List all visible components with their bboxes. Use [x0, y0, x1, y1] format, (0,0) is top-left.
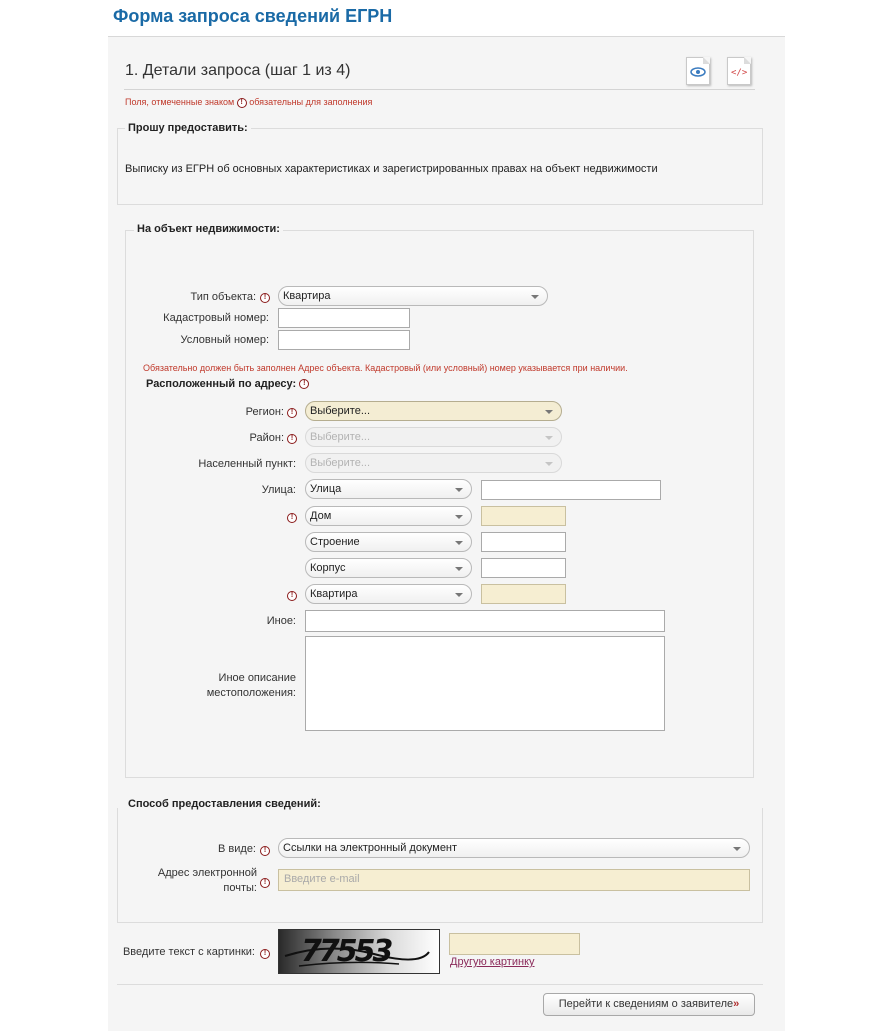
region-label: Регион:: [245, 406, 284, 418]
block-input[interactable]: [481, 558, 566, 578]
delivery-form-label: В виде:: [218, 843, 256, 855]
eye-document-icon[interactable]: [686, 57, 710, 85]
required-note-text-end: обязательны для заполнения: [249, 97, 373, 107]
required-mark-icon: !: [260, 293, 270, 303]
refresh-captcha-link[interactable]: Другую картинку: [450, 956, 535, 968]
street-type-value: Улица: [310, 483, 342, 495]
block-type-select[interactable]: Корпус: [305, 558, 472, 578]
chevron-down-icon: [733, 847, 741, 851]
street-type-select[interactable]: Улица: [305, 479, 472, 499]
page-title: Форма запроса сведений ЕГРН: [113, 6, 393, 26]
other-label: Иное:: [266, 615, 296, 627]
region-select[interactable]: Выберите...: [305, 401, 562, 421]
chevron-down-icon: [545, 436, 553, 440]
conditional-label: Условный номер:: [180, 334, 269, 346]
conditional-number-input[interactable]: [278, 330, 410, 350]
address-heading-text: Расположенный по адресу:: [146, 378, 297, 390]
address-heading: Расположенный по адресу: !: [146, 378, 310, 390]
captcha-label: Введите текст с картинки:: [122, 946, 255, 958]
captcha-input[interactable]: [449, 933, 580, 955]
house-type-select[interactable]: Дом: [305, 506, 472, 526]
cadastral-label: Кадастровый номер:: [163, 312, 269, 324]
locality-value: Выберите...: [310, 457, 371, 469]
required-mark-icon: !: [287, 408, 297, 418]
chevron-down-icon: [455, 567, 463, 571]
address-required-note: Обязательно должен быть заполнен Адрес о…: [143, 363, 628, 373]
chevron-down-icon: [455, 515, 463, 519]
next-step-label: Перейти к сведениям о заявителе: [558, 998, 734, 1010]
request-legend: Прошу предоставить:: [125, 122, 251, 134]
object-type-value: Квартира: [283, 290, 331, 302]
chevron-down-icon: [545, 410, 553, 414]
delivery-form-value: Ссылки на электронный документ: [283, 842, 458, 854]
house-input[interactable]: [481, 506, 566, 526]
block-type-value: Корпус: [310, 562, 346, 574]
house-type-value: Дом: [310, 510, 332, 522]
delivery-form-select[interactable]: Ссылки на электронный документ: [278, 838, 750, 858]
chevron-down-icon: [455, 488, 463, 492]
street-label: Улица:: [261, 484, 296, 496]
step-title: 1. Детали запроса (шаг 1 из 4): [125, 62, 351, 79]
step-divider: [124, 89, 755, 90]
required-fields-note: Поля, отмеченные знаком ! обязательны дл…: [125, 97, 372, 108]
apartment-type-value: Квартира: [310, 588, 358, 600]
delivery-legend: Способ предоставления сведений:: [125, 798, 324, 810]
required-mark-icon: !: [287, 513, 297, 523]
other-location-label-line1: Иное описание: [218, 672, 296, 684]
double-chevron-right-icon: »: [733, 998, 740, 1010]
district-select[interactable]: Выберите...: [305, 427, 562, 447]
cadastral-number-input[interactable]: [278, 308, 410, 328]
apartment-type-select[interactable]: Квартира: [305, 584, 472, 604]
street-input[interactable]: [481, 480, 661, 500]
district-value: Выберите...: [310, 431, 371, 443]
captcha-glyphs: 77553: [301, 934, 392, 969]
email-input[interactable]: Введите e-mail: [278, 869, 750, 891]
required-mark-icon: !: [260, 949, 270, 959]
other-input[interactable]: [305, 610, 665, 632]
district-label: Район:: [249, 432, 284, 444]
apartment-input[interactable]: [481, 584, 566, 604]
required-mark-icon: !: [287, 591, 297, 601]
required-note-text: Поля, отмеченные знаком: [125, 97, 235, 107]
email-label-line2: почты:: [223, 882, 257, 894]
region-value: Выберите...: [310, 405, 371, 417]
code-document-icon[interactable]: </>: [727, 57, 751, 85]
other-location-label-line2: местоположения:: [206, 687, 296, 699]
locality-select[interactable]: Выберите...: [305, 453, 562, 473]
chevron-down-icon: [455, 593, 463, 597]
required-mark-icon: !: [260, 846, 270, 856]
email-label-line1: Адрес электронной: [157, 867, 257, 879]
building-type-select[interactable]: Строение: [305, 532, 472, 552]
locality-label: Населенный пункт:: [198, 458, 296, 470]
object-type-select[interactable]: Квартира: [278, 286, 548, 306]
chevron-down-icon: [531, 295, 539, 299]
email-label: Адрес электронной почты:: [140, 866, 257, 896]
next-step-button[interactable]: Перейти к сведениям о заявителе»: [543, 993, 755, 1016]
object-legend: На объект недвижимости:: [134, 223, 283, 235]
building-type-value: Строение: [310, 536, 360, 548]
footer-divider: [117, 984, 763, 985]
other-location-textarea[interactable]: [305, 636, 665, 731]
building-input[interactable]: [481, 532, 566, 552]
object-type-label: Тип объекта:: [190, 291, 256, 303]
chevron-down-icon: [455, 541, 463, 545]
captcha-image: 77553: [278, 929, 440, 974]
required-mark-icon: !: [236, 97, 247, 108]
required-mark-icon: !: [260, 878, 270, 888]
required-mark-icon: !: [287, 434, 297, 444]
chevron-down-icon: [545, 462, 553, 466]
svg-text:</>: </>: [731, 68, 748, 78]
request-text: Выписку из ЕГРН об основных характеристи…: [125, 163, 658, 175]
required-mark-icon: !: [299, 379, 310, 390]
other-location-label: Иное описание местоположения:: [180, 671, 296, 701]
